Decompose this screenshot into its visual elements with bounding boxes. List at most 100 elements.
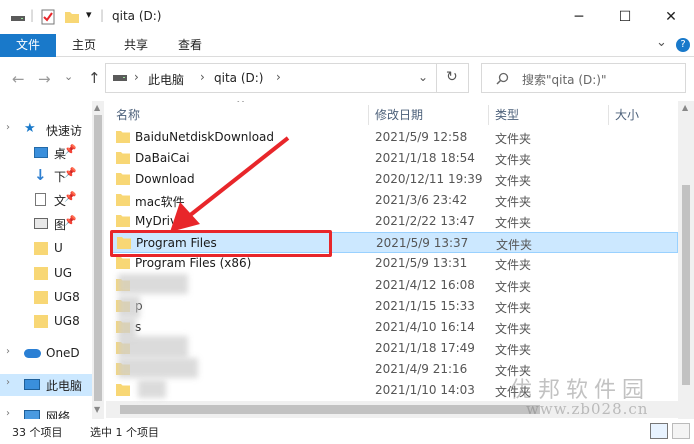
folder-icon (116, 384, 130, 396)
blurred-region (138, 380, 166, 398)
ribbon-tabs: 文件 主页 共享 查看 ⌄ ? (0, 34, 694, 57)
file-date: 2021/3/6 23:42 (375, 193, 468, 207)
folder-icon (34, 315, 48, 328)
column-header-type[interactable]: 类型 (495, 101, 519, 127)
up-button[interactable]: ↑ (88, 69, 101, 87)
expand-chevron-icon[interactable]: › (6, 122, 10, 133)
file-date: 2021/5/9 13:31 (375, 256, 468, 270)
item-count: 33 个项目 (12, 426, 63, 439)
search-box[interactable]: 搜索"qita (D:)" (481, 63, 686, 93)
recent-locations-button[interactable]: ⌄ (64, 70, 73, 83)
column-header-size[interactable]: 大小 (615, 101, 639, 127)
nav-item-onedrive[interactable]: › OneD (0, 343, 92, 365)
nav-item-folder-2[interactable]: UG (0, 263, 92, 285)
folder-icon (116, 257, 130, 269)
back-button[interactable]: ← (12, 70, 25, 88)
file-list-scrollbar[interactable]: ▲ (678, 101, 694, 419)
file-date: 2021/1/15 15:33 (375, 299, 475, 313)
file-type: 文件夹 (495, 301, 532, 315)
column-resize-handle[interactable] (368, 105, 369, 125)
nav-item-folder-4[interactable]: UG8 (0, 311, 92, 333)
scroll-up-icon[interactable]: ▲ (94, 103, 100, 112)
nav-item-documents[interactable]: 文 📌 (0, 189, 92, 211)
minimize-button[interactable]: ─ (556, 0, 602, 34)
properties-icon[interactable] (40, 9, 56, 25)
column-header-name[interactable]: 名称 (116, 101, 140, 127)
ribbon-expand-icon[interactable]: ⌄ (656, 35, 667, 50)
file-type: 文件夹 (496, 238, 533, 252)
tab-file[interactable]: 文件 (0, 34, 56, 57)
horizontal-scroll-thumb[interactable] (120, 405, 540, 414)
file-date: 2021/5/9 13:37 (376, 236, 469, 250)
nav-scroll-thumb[interactable] (94, 115, 102, 401)
sort-ascending-icon: ^ (236, 101, 246, 110)
file-date: 2021/4/9 21:16 (375, 362, 468, 376)
folder-icon (116, 215, 130, 227)
nav-item-network[interactable]: › 网络 (0, 405, 92, 419)
tab-view[interactable]: 查看 (168, 34, 212, 57)
nav-item-this-pc[interactable]: › 此电脑 (0, 374, 92, 396)
column-resize-handle[interactable] (488, 105, 489, 125)
column-resize-handle[interactable] (608, 105, 609, 125)
breadcrumb-this-pc[interactable]: 此电脑 (148, 71, 184, 88)
file-list-scroll-thumb[interactable] (682, 185, 690, 385)
nav-item-folder-1[interactable]: U (0, 238, 92, 260)
address-bar[interactable]: › 此电脑 › qita (D:) › ⌄ ↻ (105, 63, 469, 93)
table-row[interactable]: s 2021/4/10 16:14 文件夹 (110, 317, 678, 338)
blurred-region (118, 274, 188, 294)
help-icon[interactable]: ? (676, 38, 690, 52)
expand-chevron-icon[interactable]: › (6, 408, 10, 419)
file-type: 文件夹 (495, 322, 532, 336)
scroll-down-icon[interactable]: ▼ (94, 405, 100, 414)
document-icon (35, 193, 46, 206)
folder-icon (116, 194, 130, 206)
pointer-arrow-icon (170, 136, 290, 232)
refresh-button[interactable]: ↻ (446, 69, 458, 85)
tab-home[interactable]: 主页 (62, 34, 106, 57)
address-dropdown-icon[interactable]: ⌄ (418, 70, 428, 84)
maximize-button[interactable]: ☐ (602, 0, 648, 34)
star-icon: ★ (24, 121, 36, 136)
table-row[interactable]: p2021/1/15 15:33文件夹 (110, 296, 678, 317)
pin-icon: 📌 (64, 145, 77, 156)
download-icon: ↓ (34, 166, 47, 184)
nav-item-quick-access[interactable]: › ★ 快速访 (0, 119, 92, 141)
file-date: 2021/2/22 13:47 (375, 214, 475, 228)
forward-button[interactable]: → (38, 70, 51, 88)
tab-share[interactable]: 共享 (114, 34, 158, 57)
navigation-pane: › ★ 快速访 桌 📌 ↓ 下 📌 文 📌 图 📌 U UG UG8 UG8 › (0, 101, 104, 419)
file-type: 文件夹 (495, 216, 532, 230)
nav-item-folder-3[interactable]: UG8 (0, 287, 92, 309)
pin-icon: 📌 (64, 168, 77, 179)
nav-item-pictures[interactable]: 图 📌 (0, 213, 92, 235)
details-view-button[interactable] (650, 423, 668, 439)
pin-icon: 📌 (64, 216, 77, 227)
network-icon (24, 410, 40, 419)
nav-pane-scrollbar[interactable]: ▲ ▼ (92, 101, 104, 419)
picture-icon (34, 218, 48, 229)
large-icons-view-button[interactable] (672, 423, 690, 439)
search-icon (496, 72, 509, 85)
blurred-region (118, 336, 188, 358)
scroll-up-icon[interactable]: ▲ (682, 103, 688, 112)
table-row[interactable]: 2021/4/12 16:08 文件夹 (110, 275, 678, 296)
file-type: 文件夹 (495, 174, 532, 188)
expand-chevron-icon[interactable]: › (6, 346, 10, 357)
watermark-url: www.zb028.cn (526, 400, 649, 418)
file-date: 2021/4/10 16:14 (375, 320, 475, 334)
file-date: 2020/12/11 19:39 (375, 172, 483, 186)
file-type: 文件夹 (495, 195, 532, 209)
column-header-date[interactable]: 修改日期 (375, 101, 423, 127)
table-row[interactable]: 2021/1/18 17:49 文件夹 (110, 338, 678, 359)
nav-item-desktop[interactable]: 桌 📌 (0, 142, 92, 164)
expand-chevron-icon[interactable]: › (6, 377, 10, 388)
close-button[interactable]: ✕ (648, 0, 694, 34)
file-type: 文件夹 (495, 280, 532, 294)
new-folder-icon[interactable] (64, 9, 80, 25)
quick-access-dropdown-icon[interactable]: ▾ (86, 8, 92, 21)
nav-item-downloads[interactable]: ↓ 下 📌 (0, 165, 92, 187)
folder-icon (116, 173, 130, 185)
breadcrumb-drive[interactable]: qita (D:) (214, 71, 263, 85)
breadcrumb-separator-icon: › (200, 70, 205, 84)
window-title: qita (D:) (112, 9, 162, 23)
